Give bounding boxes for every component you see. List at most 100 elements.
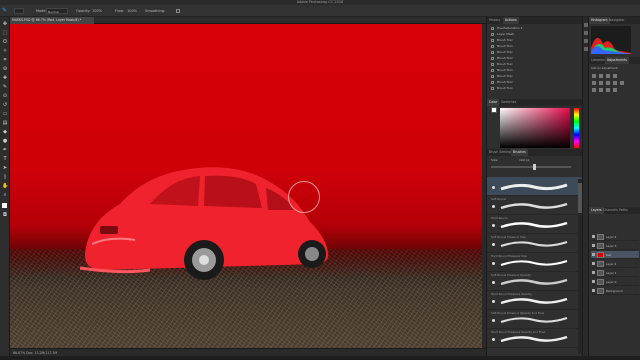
slider-handle[interactable] — [533, 164, 536, 170]
document-canvas[interactable] — [10, 24, 486, 348]
curves-icon[interactable] — [606, 74, 610, 78]
black-white-icon[interactable] — [613, 81, 617, 85]
brush-tabs: Brush Settings Brushes — [487, 149, 583, 156]
brush-size-slider[interactable] — [491, 164, 571, 170]
dodge-tool-icon[interactable]: ● — [2, 138, 8, 144]
layer-row[interactable]: Layer 2 — [591, 260, 639, 268]
visibility-eye-icon[interactable] — [592, 262, 595, 265]
step-icon — [491, 86, 494, 90]
threshold-icon[interactable] — [606, 88, 610, 92]
eyedropper-tool-icon[interactable]: ⊘ — [2, 66, 8, 72]
history-row[interactable]: Brush Tool — [491, 38, 579, 43]
history-row[interactable]: Brush Tool — [491, 62, 579, 67]
tab-color[interactable]: Color — [487, 99, 500, 106]
brush-preset[interactable] — [487, 177, 583, 196]
mode-select[interactable]: Normal — [46, 8, 68, 14]
visibility-eye-icon[interactable] — [592, 271, 595, 274]
history-brush-tool-icon[interactable]: ↺ — [2, 102, 8, 108]
settings-gear-icon[interactable] — [176, 9, 180, 13]
invert-icon[interactable] — [592, 88, 596, 92]
visibility-eye-icon[interactable] — [592, 280, 595, 283]
tab-history[interactable]: History — [487, 17, 502, 24]
history-row[interactable]: Hue/Saturation 1 — [491, 26, 579, 31]
brush-preset-picker[interactable] — [14, 8, 24, 14]
exposure-icon[interactable] — [613, 74, 617, 78]
layer-row[interactable]: Layer 4 — [591, 233, 639, 241]
lasso-tool-icon[interactable]: ʘ — [2, 39, 8, 45]
quick-mask-icon[interactable]: ◘ — [2, 212, 8, 218]
opacity-value[interactable]: 100% — [92, 8, 102, 14]
brush-preset[interactable]: Soft Round Pressure Size — [487, 234, 583, 253]
gradient-tool-icon[interactable]: ▤ — [2, 120, 8, 126]
foreground-color-swatch[interactable] — [2, 203, 8, 209]
layer-row[interactable]: Background — [591, 287, 639, 295]
opacity-label: Opacity: — [76, 9, 91, 13]
brush-size-value[interactable]: 100 px — [519, 158, 529, 162]
hand-tool-icon[interactable]: ✋ — [2, 183, 8, 189]
brush-preset[interactable]: Soft Round — [487, 196, 583, 215]
posterize-icon[interactable] — [599, 88, 603, 92]
layer-row-selected[interactable]: Red — [591, 251, 639, 259]
color-balance-icon[interactable] — [606, 81, 610, 85]
eraser-tool-icon[interactable]: ▭ — [2, 111, 8, 117]
clone-stamp-tool-icon[interactable]: ⊙ — [2, 93, 8, 99]
history-row[interactable]: Brush Tool — [491, 80, 579, 85]
quick-select-tool-icon[interactable]: ✧ — [2, 48, 8, 54]
gradient-map-icon[interactable] — [613, 88, 617, 92]
rectangle-tool-icon[interactable]: ▯ — [2, 174, 8, 180]
zoom-tool-icon[interactable]: ⌕ — [2, 192, 8, 198]
tab-paths[interactable]: Paths — [617, 207, 630, 214]
vibrance-icon[interactable] — [592, 81, 596, 85]
brush-tool-icon[interactable]: ✎ — [2, 84, 8, 90]
brush-preset[interactable]: Hard Round Pressure Opacity and Flow — [487, 329, 583, 348]
visibility-eye-icon[interactable] — [592, 253, 595, 256]
visibility-eye-icon[interactable] — [592, 235, 595, 238]
history-row[interactable]: Brush Tool — [491, 50, 579, 55]
history-row[interactable]: Brush Tool — [491, 74, 579, 79]
histogram-curve — [591, 37, 631, 54]
tab-adjustments[interactable]: Adjustments — [605, 57, 629, 64]
tab-navigator[interactable]: Navigator — [607, 17, 627, 24]
document-tab[interactable]: MASKS.PSD @ 66.7% (Red, Layer Mask/8) * — [10, 17, 94, 24]
foreground-swatch[interactable] — [491, 107, 497, 113]
history-row-label: Brush Tool — [497, 44, 513, 48]
history-row[interactable]: Brush Tool — [491, 44, 579, 49]
brush-preset[interactable]: Soft Round Pressure Opacity — [487, 272, 583, 291]
crop-tool-icon[interactable]: ⌗ — [2, 57, 8, 63]
brush-preset[interactable]: Hard Round Pressure Opacity — [487, 291, 583, 310]
healing-brush-tool-icon[interactable]: ✚ — [2, 75, 8, 81]
history-row-label: Brush Tool — [497, 86, 513, 90]
history-row[interactable]: Brush Tool — [491, 68, 579, 73]
hue-slider[interactable] — [574, 108, 579, 148]
tab-actions[interactable]: Actions — [503, 17, 519, 24]
photo-filter-icon[interactable] — [620, 81, 624, 85]
tab-brushes[interactable]: Brushes — [511, 149, 528, 156]
hue-saturation-icon[interactable] — [599, 81, 603, 85]
pen-tool-icon[interactable]: ✒ — [2, 147, 8, 153]
tab-swatches[interactable]: Swatches — [499, 99, 518, 106]
history-row[interactable]: Brush Tool — [491, 86, 579, 91]
type-tool-icon[interactable]: T — [2, 156, 8, 162]
blur-tool-icon[interactable]: ◆ — [2, 129, 8, 135]
layer-row[interactable]: Layer 0 — [591, 278, 639, 286]
move-tool-icon[interactable]: ✥ — [2, 21, 8, 27]
color-picker-field[interactable] — [500, 108, 570, 148]
vw-beetle-car — [80, 167, 329, 280]
brightness-icon[interactable] — [592, 74, 596, 78]
history-row[interactable]: Layer Mask — [491, 32, 579, 37]
history-row[interactable]: Brush Tool — [491, 56, 579, 61]
brush-preset[interactable]: Hard Round — [487, 215, 583, 234]
brush-preset[interactable]: Soft Round Pressure Opacity and Flow — [487, 310, 583, 329]
flow-value[interactable]: 100% — [127, 8, 137, 14]
visibility-eye-icon[interactable] — [592, 289, 595, 292]
tools-panel: ✥ ⬚ ʘ ✧ ⌗ ⊘ ✚ ✎ ⊙ ↺ ▭ ▤ ◆ ● ✒ T ➤ ▯ ✋ ⌕ … — [0, 17, 10, 356]
brush-stroke-preview — [500, 317, 568, 323]
marquee-tool-icon[interactable]: ⬚ — [2, 30, 8, 36]
brush-preset[interactable]: Hard Round Pressure Size — [487, 253, 583, 272]
visibility-eye-icon[interactable] — [592, 244, 595, 247]
layer-row[interactable]: Layer 1 — [591, 269, 639, 277]
path-select-tool-icon[interactable]: ➤ — [2, 165, 8, 171]
brush-tip-icon — [492, 243, 495, 246]
layer-row[interactable]: Layer 3 — [591, 242, 639, 250]
levels-icon[interactable] — [599, 74, 603, 78]
